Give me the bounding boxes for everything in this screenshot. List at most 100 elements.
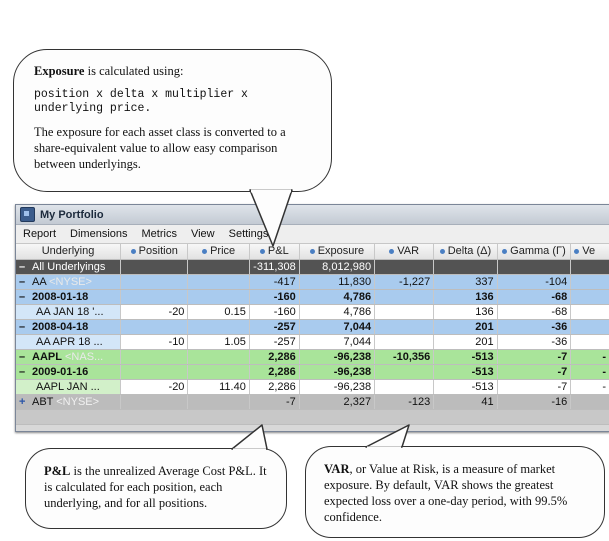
- gamma-cell: [497, 259, 572, 275]
- sort-dot-icon: [439, 248, 445, 254]
- col-vega[interactable]: Ve: [570, 244, 609, 260]
- table-row[interactable]: AAPL JAN ... -20 11.40 2,286 -96,238 -513 -7-: [16, 379, 609, 395]
- table-row[interactable]: –2008-01-18 -160 4,786 136 -68: [16, 289, 609, 305]
- portfolio-window: My Portfolio Report Dimensions Metrics V…: [15, 204, 609, 432]
- var-cell: [374, 259, 435, 275]
- underlying-cell[interactable]: –2008-04-18: [16, 319, 122, 335]
- underlying-cell[interactable]: – AA <NYSE>: [16, 274, 122, 290]
- sort-dot-icon: [202, 248, 208, 254]
- sort-dot-icon: [259, 248, 265, 254]
- delta-cell: [433, 409, 498, 425]
- position-cell: [120, 364, 189, 380]
- portfolio-icon: [20, 207, 35, 222]
- table-row[interactable]: –2008-04-18 -257 7,044 201 -36: [16, 319, 609, 335]
- table-row[interactable]: – AAPL <NAS... 2,286 -96,238 -10,356 -513 -7-: [16, 349, 609, 365]
- underlying-cell[interactable]: – All Underlyings: [16, 259, 122, 275]
- pnl-term: P&L: [44, 464, 71, 478]
- gamma-cell: -104: [497, 274, 572, 290]
- price-cell: 0.15: [187, 304, 250, 320]
- underlying-cell[interactable]: AA APR 18 ...: [16, 334, 122, 350]
- underlying-cell[interactable]: AAPL JAN ...: [16, 379, 122, 395]
- pnl-callout: P&L is the unrealized Average Cost P&L. …: [25, 448, 287, 529]
- col-exposure[interactable]: Exposure: [299, 244, 376, 260]
- sort-dot-icon: [574, 248, 580, 254]
- table-row[interactable]: AA APR 18 ... -10 1.05 -257 7,044 201 -36: [16, 334, 609, 350]
- collapse-icon[interactable]: –: [19, 291, 28, 303]
- position-cell: [120, 274, 189, 290]
- menu-dimensions[interactable]: Dimensions: [63, 228, 134, 240]
- window-title: My Portfolio: [40, 208, 104, 221]
- vega-cell: [570, 394, 609, 410]
- window-titlebar[interactable]: My Portfolio: [16, 205, 609, 225]
- pnl-cell: [249, 409, 300, 425]
- position-cell: [120, 409, 189, 425]
- col-pnl[interactable]: P&L: [249, 244, 300, 260]
- menu-metrics[interactable]: Metrics: [135, 228, 184, 240]
- delta-cell: 337: [433, 274, 498, 290]
- pnl-cell: 2,286: [249, 349, 300, 365]
- delta-cell: 41: [433, 394, 498, 410]
- gamma-cell: -7: [497, 349, 572, 365]
- price-cell: [187, 274, 250, 290]
- expand-icon[interactable]: +: [19, 396, 28, 408]
- delta-cell: -513: [433, 379, 498, 395]
- var-cell: -1,227: [374, 274, 435, 290]
- underlying-name: AAPL: [32, 350, 62, 363]
- exposure-callout: Exposure is calculated using: position x…: [13, 49, 332, 192]
- collapse-icon[interactable]: –: [19, 321, 28, 333]
- price-cell: [187, 349, 250, 365]
- position-cell: -20: [120, 304, 189, 320]
- pnl-cell: -7: [249, 394, 300, 410]
- gamma-cell: -36: [497, 334, 572, 350]
- col-underlying[interactable]: Underlying: [16, 244, 122, 260]
- sort-dot-icon: [309, 248, 315, 254]
- underlying-cell[interactable]: – AAPL <NAS...: [16, 349, 122, 365]
- sort-dot-icon: [389, 248, 395, 254]
- sort-dot-icon: [502, 248, 508, 254]
- position-cell: [120, 259, 189, 275]
- table-row[interactable]: [16, 409, 609, 425]
- portfolio-table: Underlying Position Price P&L Exposure V…: [16, 244, 609, 425]
- var-cell: -10,356: [374, 349, 435, 365]
- collapse-icon[interactable]: –: [19, 276, 28, 288]
- table-row[interactable]: AA JAN 18 '... -20 0.15 -160 4,786 136 -68: [16, 304, 609, 320]
- vega-cell: [570, 334, 609, 350]
- price-cell: [187, 259, 250, 275]
- delta-cell: -513: [433, 364, 498, 380]
- col-gamma[interactable]: Gamma (Γ): [497, 244, 572, 260]
- price-cell: [187, 409, 250, 425]
- col-price[interactable]: Price: [187, 244, 250, 260]
- underlying-name: All Underlyings: [32, 260, 106, 273]
- var-cell: [374, 379, 435, 395]
- vega-cell: -: [570, 349, 609, 365]
- vega-cell: -: [570, 364, 609, 380]
- menu-view[interactable]: View: [184, 228, 222, 240]
- table-row[interactable]: + ABT <NYSE> -7 2,327 -123 41 -16: [16, 394, 609, 410]
- underlying-cell[interactable]: AA JAN 18 '...: [16, 304, 122, 320]
- collapse-icon[interactable]: –: [19, 366, 28, 378]
- col-position[interactable]: Position: [120, 244, 189, 260]
- price-cell: [187, 364, 250, 380]
- vega-cell: [570, 274, 609, 290]
- collapse-icon[interactable]: –: [19, 261, 28, 273]
- underlying-name: ABT: [32, 395, 54, 408]
- table-row[interactable]: – AA <NYSE> -417 11,830 -1,227 337 -104: [16, 274, 609, 290]
- pnl-cell: 2,286: [249, 379, 300, 395]
- var-term: VAR: [324, 462, 350, 476]
- collapse-icon[interactable]: –: [19, 351, 28, 363]
- col-var[interactable]: VAR: [374, 244, 435, 260]
- underlying-cell[interactable]: –2009-01-16: [16, 364, 122, 380]
- underlying-cell[interactable]: [16, 409, 122, 425]
- price-cell: [187, 319, 250, 335]
- menu-report[interactable]: Report: [16, 228, 63, 240]
- underlying-cell[interactable]: –2008-01-18: [16, 289, 122, 305]
- vega-cell: [570, 409, 609, 425]
- table-row[interactable]: – All Underlyings -311,308 8,012,980: [16, 259, 609, 275]
- menu-bar: Report Dimensions Metrics View Settings: [16, 225, 609, 244]
- var-cell: -123: [374, 394, 435, 410]
- menu-settings[interactable]: Settings: [222, 228, 276, 240]
- table-row[interactable]: –2009-01-16 2,286 -96,238 -513 -7-: [16, 364, 609, 380]
- underlying-cell[interactable]: + ABT <NYSE>: [16, 394, 122, 410]
- col-delta[interactable]: Delta (Δ): [433, 244, 498, 260]
- price-cell: 11.40: [187, 379, 250, 395]
